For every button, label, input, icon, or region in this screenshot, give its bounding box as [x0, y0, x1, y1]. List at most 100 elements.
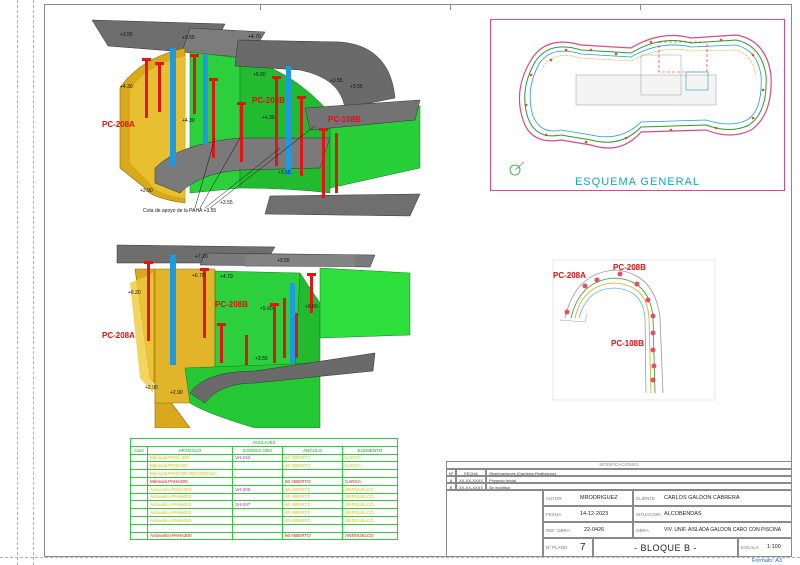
- anclajes-body: Ménsula PAHA-300 VH-213 60 ABIERTO CARGA Mén…: [130, 453, 398, 541]
- col-header: ARTICULO: [147, 445, 233, 455]
- mod-cell: A: [446, 476, 456, 483]
- anclaje-cell: [232, 461, 283, 471]
- anclaje-row: Antivuelco PAHA300 40 ABIERTO ANTIVUELCO: [130, 508, 398, 517]
- formato-label: Formato: A3: [752, 558, 782, 564]
- level-label: +3.55: [120, 32, 133, 38]
- anclaje-cell: [232, 523, 283, 533]
- level-label: +3.55: [330, 78, 343, 84]
- view-3d-bottom: PC-208A PC-208B +7.20 +3.55 +6.70 +4.70 …: [95, 243, 430, 428]
- view-3d-bottom-drawing: [116, 244, 411, 428]
- anclaje-cell: ANTIVUELCO: [342, 515, 398, 525]
- frame-tick: [640, 4, 641, 10]
- anclaje-row: Ménsula PAHA300 60 ABIERTO CARGA: [130, 476, 398, 486]
- anclaje-cell: ANTIVUELCO: [342, 484, 398, 494]
- level-label: +3.55: [220, 200, 233, 206]
- mod-col-header: Observaciones (Cambios Realizados): [486, 469, 792, 476]
- anclaje-cell: [282, 523, 343, 533]
- anclaje-cell: Ménsula PAHA300: [147, 461, 233, 471]
- view-3d-top: PC-208A PC-208B PC-108B +3.55 +4.30 +4.7…: [90, 18, 430, 223]
- anclaje-cell: [147, 523, 233, 533]
- label-pc208a: PC-208A: [553, 271, 586, 280]
- situacion-value: ALCOBENDAS: [664, 511, 702, 517]
- anclaje-cell: ANTIVUELCO: [342, 500, 398, 510]
- anclaje-cell: VH-213: [232, 453, 283, 463]
- fecha-value: 14-12-2023: [580, 511, 609, 517]
- logo-area: [446, 490, 543, 557]
- cliente-label: CLIENTE: [636, 496, 656, 501]
- title-block: MODIFICACIONES Nº FECHA Observaciones (C…: [446, 461, 792, 557]
- level-label: +6.70: [192, 273, 205, 279]
- anclaje-cell: 60 ABIERTO: [282, 531, 343, 541]
- anclaje-cell: CARGA: [342, 461, 398, 471]
- anclaje-cell: Antivuelco PAHA300: [147, 492, 233, 502]
- modificaciones-title: MODIFICACIONES: [446, 461, 792, 469]
- autor-value: MRODRIGUEZ: [580, 495, 618, 501]
- col-header: ANGULO: [282, 445, 343, 455]
- level-label: +4.30: [182, 118, 195, 124]
- plano-field: Nº PLANO 7: [543, 538, 593, 557]
- anclaje-cell: [130, 500, 148, 510]
- anclaje-cell: [130, 484, 148, 494]
- anclaje-cell: [130, 461, 148, 471]
- anclaje-cell: 40 ABIERTO: [282, 461, 343, 471]
- plano-label: Nº PLANO: [546, 545, 568, 550]
- situacion-label: SITUACION: [636, 512, 661, 517]
- anclaje-cell: [130, 515, 148, 525]
- frame-tick: [450, 4, 451, 10]
- anclaje-cell: [342, 469, 398, 478]
- anclaje-cell: [130, 492, 148, 502]
- anclaje-cell: [232, 508, 283, 517]
- anclaje-cell: 40 ABIERTO: [282, 508, 343, 517]
- label-pc208a: PC-208A: [102, 120, 135, 129]
- anclajes-title: ANCLAJES: [130, 438, 398, 447]
- label-pc208a: PC-208A: [102, 331, 135, 340]
- anclaje-row: Antivuelco PAHA300 VH-207 60 ABIERTO ANTIVU…: [130, 500, 398, 510]
- level-label: +7.20: [195, 254, 208, 260]
- support-note: Cota de apoyo de la PAHA +3.55: [143, 208, 217, 214]
- anclaje-cell: [130, 531, 148, 541]
- mod-cell: B: [446, 483, 456, 490]
- label-pc108b: PC-108B: [611, 339, 644, 348]
- anclaje-row: Antivuelco PAHA300 40 ABIERTO ANTIVUELCO: [130, 515, 398, 525]
- level-label: +4.70: [248, 34, 261, 40]
- label-pc208b: PC-208B: [215, 300, 248, 309]
- anclaje-cell: [342, 523, 398, 533]
- anclaje-cell: VH-207: [232, 500, 283, 510]
- escala-value: 1:100: [767, 544, 781, 550]
- anclaje-cell: [130, 476, 148, 486]
- level-label: +4.30: [262, 115, 275, 121]
- level-label: +6.60: [305, 304, 318, 310]
- label-pc208b: PC-208B: [252, 96, 285, 105]
- fecha-label: FECHA: [546, 512, 562, 517]
- schema-general-panel: ESQUEMA GENERAL: [490, 19, 785, 191]
- level-label: +6.20: [128, 290, 141, 296]
- schema-title: ESQUEMA GENERAL: [574, 176, 701, 188]
- level-label: +2.90: [145, 385, 158, 391]
- ref-label: REF. OBRA: [546, 528, 570, 533]
- anclaje-cell: Antivuelco PAHA300: [147, 484, 233, 494]
- anclaje-cell: CARGA: [342, 476, 398, 486]
- mod-cell: XX-XX-XXXX: [456, 476, 486, 483]
- margin-guide: [0, 557, 800, 558]
- anclaje-cell: ANTIVUELCO: [342, 508, 398, 517]
- drawing-sheet: PC-208A PC-208B PC-108B +3.55 +4.30 +4.7…: [0, 0, 800, 565]
- anclaje-cell: Antivuelco PAHA300: [147, 531, 233, 541]
- anclaje-row: Ménsula PAHA-300 VH-213 60 ABIERTO CARGA: [130, 453, 398, 463]
- mod-cell: Proyecto Inicial: [486, 476, 792, 483]
- bloque-field: - BLOQUE B -: [593, 538, 738, 557]
- anclaje-cell: [130, 508, 148, 517]
- anclaje-cell: Antivuelco PAHA300: [147, 508, 233, 517]
- anclaje-cell: ANTIVUELCO: [342, 531, 398, 541]
- level-label: +3.55: [350, 84, 363, 90]
- autor-field: AUTOR MRODRIGUEZ: [543, 490, 633, 506]
- level-label: +4.30: [120, 84, 133, 90]
- mod-cell: XX-XX-XXXX: [456, 483, 486, 490]
- anclaje-cell: Antivuelco PAHA300: [147, 500, 233, 510]
- anclaje-row: Ménsula PAHA300 40 ABIERTO CARGA: [130, 461, 398, 471]
- level-label: +2.90: [140, 188, 153, 194]
- obra-label: OBRA: [636, 528, 649, 533]
- obra-field: OBRA VIV. UNIF. AISLADA GALDON CARO CON …: [633, 522, 792, 538]
- mod-cell: Se modifica: [486, 483, 792, 490]
- escala-field: ESCALA 1:100: [738, 538, 792, 557]
- level-label: +5.60: [253, 72, 266, 78]
